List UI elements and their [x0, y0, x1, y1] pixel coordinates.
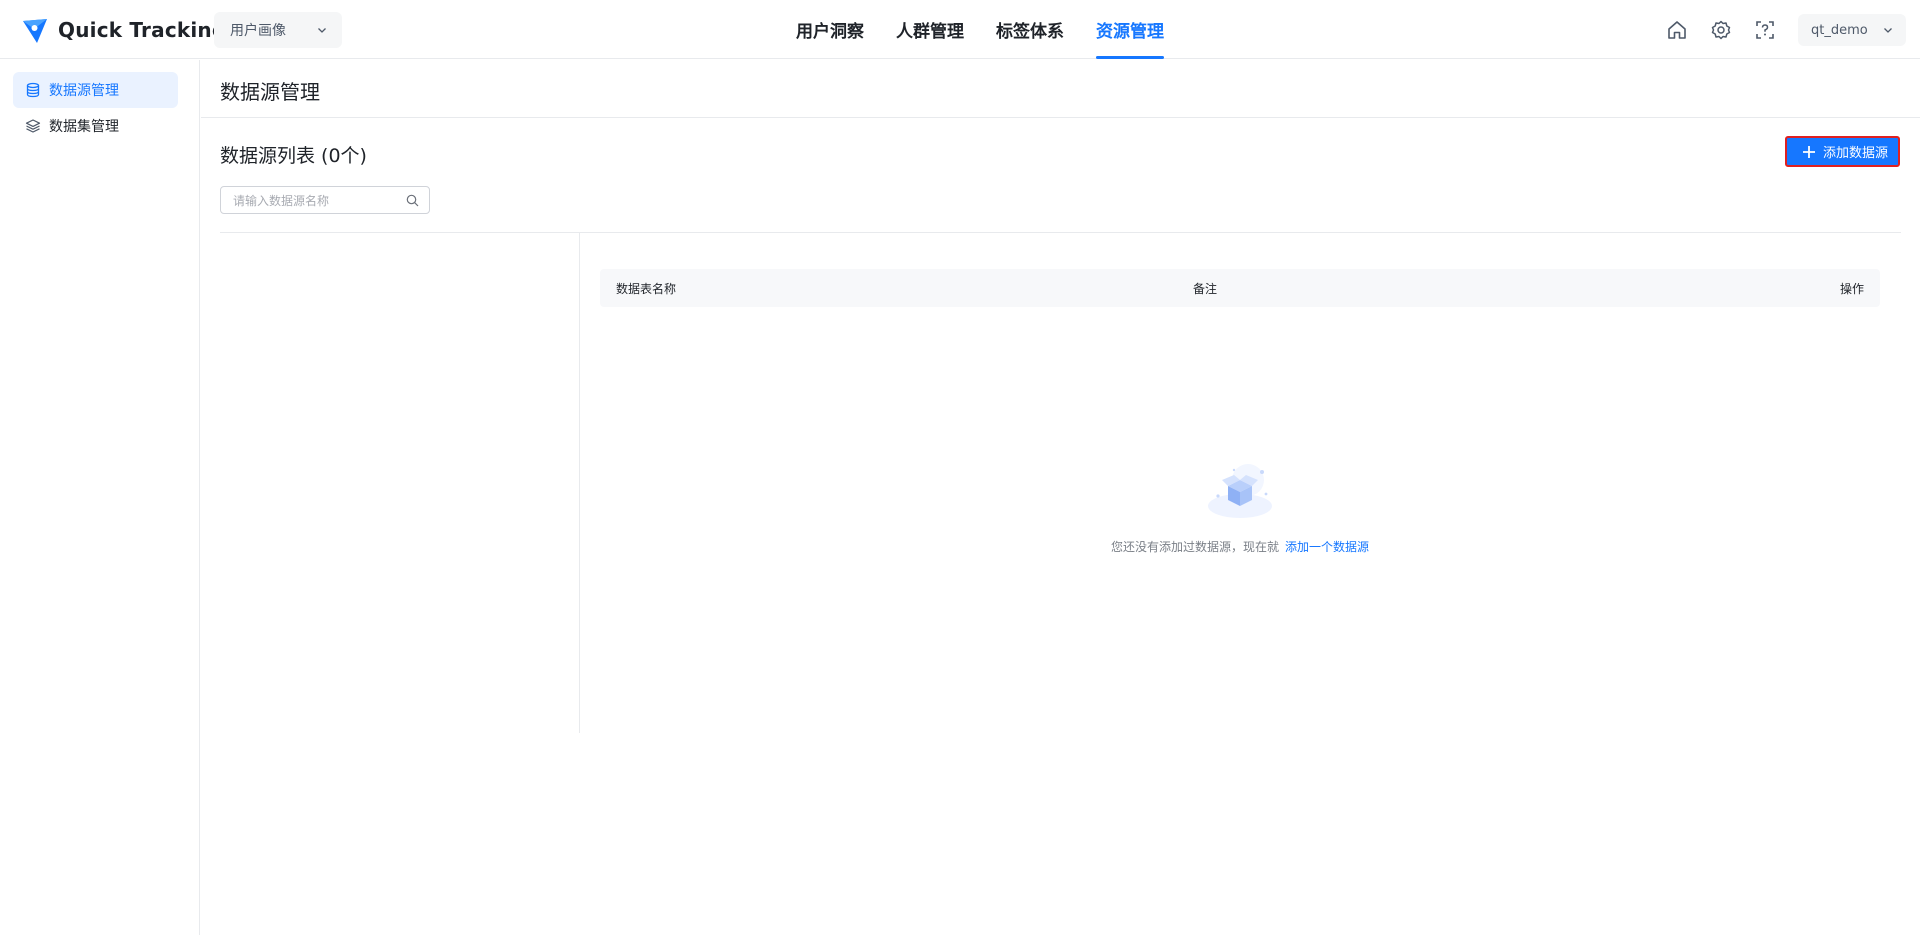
column-header-table-name: 数据表名称	[616, 282, 677, 296]
sidebar-item-label: 数据集管理	[49, 119, 119, 135]
quick-tracking-logo-icon	[23, 19, 47, 43]
nav-resource-management[interactable]: 资源管理	[1080, 0, 1180, 59]
nav-tag-system[interactable]: 标签体系	[980, 0, 1080, 59]
user-menu[interactable]: qt_demo	[1798, 14, 1906, 46]
layers-icon	[25, 119, 41, 133]
divider	[201, 117, 1920, 118]
sidebar-item-datasource[interactable]: 数据源管理	[13, 72, 178, 108]
add-datasource-button[interactable]: 添加数据源	[1785, 136, 1900, 167]
database-icon	[26, 82, 40, 98]
add-datasource-label: 添加数据源	[1823, 146, 1889, 161]
gear-icon[interactable]	[1709, 18, 1733, 42]
list-title: 数据源列表 (0个)	[220, 145, 367, 167]
app-selector-value: 用户画像	[230, 23, 286, 39]
help-scan-icon[interactable]	[1753, 18, 1777, 42]
column-header-actions: 操作	[1839, 282, 1864, 296]
page-title: 数据源管理	[220, 80, 320, 104]
plus-icon	[1803, 145, 1815, 158]
sidebar: 数据源管理 数据集管理	[0, 60, 200, 935]
datasource-list-pane	[220, 233, 580, 733]
sidebar-item-label: 数据源管理	[49, 83, 119, 99]
top-header: Quick Tracking 用户画像 用户洞察 人群管理 标签体系 资源管理 …	[0, 0, 1920, 59]
column-header-remark: 备注	[1193, 282, 1218, 296]
empty-text: 您还没有添加过数据源，现在就	[1110, 540, 1279, 554]
add-datasource-link[interactable]: 添加一个数据源	[1285, 540, 1369, 554]
search-box	[220, 186, 430, 214]
nav-user-insight[interactable]: 用户洞察	[780, 0, 880, 59]
chevron-down-icon	[1884, 28, 1892, 33]
sidebar-item-dataset[interactable]: 数据集管理	[13, 108, 178, 144]
app-selector[interactable]: 用户画像	[214, 12, 342, 48]
table-header: 数据表名称 备注 操作	[600, 269, 1880, 307]
empty-box-illustration-icon	[1208, 464, 1272, 518]
nav-crowd-management[interactable]: 人群管理	[880, 0, 980, 59]
search-input[interactable]	[233, 192, 393, 210]
user-name: qt_demo	[1811, 22, 1868, 38]
empty-message: 您还没有添加过数据源，现在就 添加一个数据源	[600, 538, 1880, 555]
search-icon[interactable]	[406, 194, 419, 207]
logo-text: Quick Tracking	[58, 18, 227, 42]
empty-state: 您还没有添加过数据源，现在就 添加一个数据源	[600, 460, 1880, 555]
home-icon[interactable]	[1665, 18, 1689, 42]
main-content: 数据源管理 数据源列表 (0个) 添加数据源 数据表名称 备注 操作	[201, 60, 1920, 935]
logo[interactable]: Quick Tracking	[20, 14, 226, 46]
chevron-down-icon	[318, 28, 326, 33]
